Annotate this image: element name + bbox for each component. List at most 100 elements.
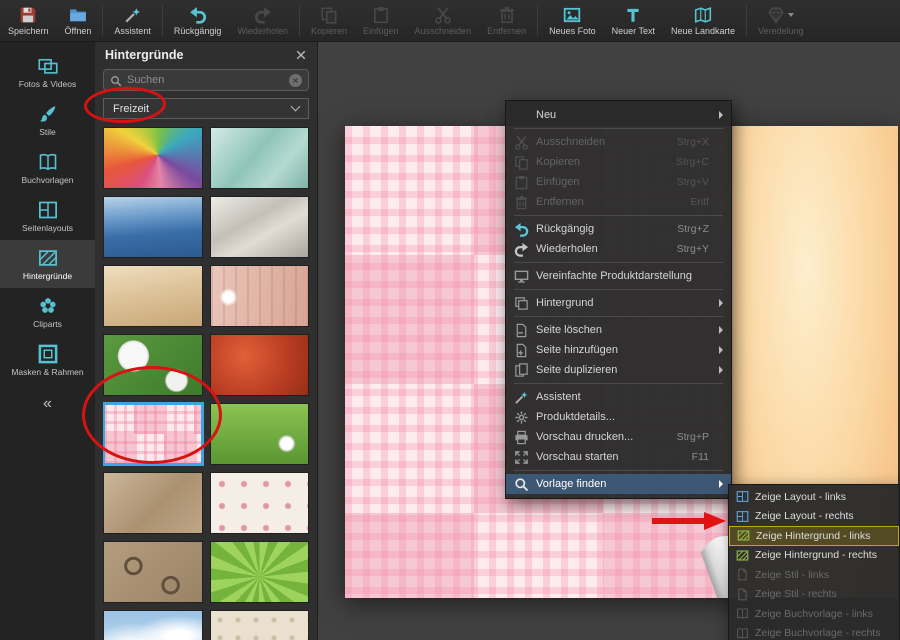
thumbnail-sky-clouds[interactable] bbox=[103, 610, 203, 640]
save-icon bbox=[19, 6, 37, 24]
redo-button: Wiederholen bbox=[229, 0, 296, 41]
menu-item-vereinfachte-produktdarstellung[interactable]: Vereinfachte Produktdarstellung bbox=[506, 266, 731, 286]
sidebar-item-seitenlayouts[interactable]: Seitenlayouts bbox=[0, 192, 95, 240]
page-duplicate-icon bbox=[514, 363, 529, 378]
category-selected-value: Freizeit bbox=[113, 103, 149, 115]
new-photo-button[interactable]: Neues Foto bbox=[541, 0, 604, 41]
submenu-item-zeige-layout-links[interactable]: Zeige Layout - links bbox=[729, 487, 899, 507]
thumbnail-color-rays[interactable] bbox=[103, 127, 203, 189]
open-button[interactable]: Öffnen bbox=[57, 0, 100, 41]
submenu-arrow-icon bbox=[719, 366, 723, 374]
sidebar-item-fotos-videos[interactable]: Fotos & Videos bbox=[0, 48, 95, 96]
monitor-icon bbox=[514, 269, 529, 284]
save-button[interactable]: Speichern bbox=[0, 0, 57, 41]
sidebar-item-stile[interactable]: Stile bbox=[0, 96, 95, 144]
assistant-button[interactable]: Assistent bbox=[106, 0, 159, 41]
thumbnail-beach-sand[interactable] bbox=[103, 265, 203, 327]
submenu-item-zeige-buchvorlage-links: Zeige Buchvorlage - links bbox=[729, 604, 899, 624]
chevron-down-icon bbox=[291, 102, 301, 112]
menu-item-neu[interactable]: Neu bbox=[506, 105, 731, 125]
thumbnail-ocean-water[interactable] bbox=[103, 196, 203, 258]
cut-icon bbox=[514, 135, 529, 150]
blank-icon bbox=[514, 108, 529, 123]
layout-page-icon bbox=[736, 510, 749, 523]
new-photo-icon bbox=[563, 6, 581, 24]
menu-item-seite-duplizieren[interactable]: Seite duplizieren bbox=[506, 360, 731, 380]
redo-icon bbox=[254, 6, 272, 24]
submenu-label: Zeige Stil - links bbox=[755, 569, 829, 581]
submenu-item-zeige-hintergrund-links[interactable]: Zeige Hintergrund - links bbox=[729, 526, 899, 546]
toolbar-separator bbox=[537, 5, 538, 36]
sidebar-item-buchvorlagen[interactable]: Buchvorlagen bbox=[0, 144, 95, 192]
new-text-button[interactable]: Neuer Text bbox=[604, 0, 663, 41]
menu-item-vorschau-drucken[interactable]: Vorschau drucken... Strg+P bbox=[506, 427, 731, 447]
undo-button[interactable]: Rückgängig bbox=[166, 0, 230, 41]
open-folder-icon bbox=[69, 6, 87, 24]
new-map-button[interactable]: Neue Landkarte bbox=[663, 0, 743, 41]
page-add-icon bbox=[514, 343, 529, 358]
new-map-icon bbox=[694, 6, 712, 24]
thumbnail-horseshoes[interactable] bbox=[103, 541, 203, 603]
search-clear-icon[interactable] bbox=[289, 74, 302, 87]
copy-label: Kopieren bbox=[311, 26, 347, 36]
menu-item-seite-loeschen[interactable]: Seite löschen bbox=[506, 320, 731, 340]
cut-button: Ausschneiden bbox=[407, 0, 480, 41]
paste-button: Einfügen bbox=[355, 0, 407, 41]
menu-item-assistent[interactable]: Assistent bbox=[506, 387, 731, 407]
sidebar-item-cliparts[interactable]: Cliparts bbox=[0, 288, 95, 336]
save-label: Speichern bbox=[8, 26, 49, 36]
style-page-icon bbox=[736, 568, 749, 581]
submenu-label: Zeige Hintergrund - links bbox=[756, 530, 870, 542]
panel-close-icon[interactable] bbox=[295, 49, 307, 61]
thumbnail-soccer-balls[interactable] bbox=[103, 334, 203, 396]
thumbnail-sand-dunes[interactable] bbox=[210, 196, 310, 258]
search-icon bbox=[110, 74, 122, 86]
new-text-icon bbox=[624, 6, 642, 24]
thumbnail-beige-pattern[interactable] bbox=[210, 610, 310, 640]
toolbar-separator bbox=[162, 5, 163, 36]
menu-item-hintergrund[interactable]: Hintergrund bbox=[506, 293, 731, 313]
menu-item-rueckgaengig[interactable]: Rückgängig Strg+Z bbox=[506, 219, 731, 239]
thumbnail-green-rays[interactable] bbox=[210, 541, 310, 603]
submenu-label: Zeige Buchvorlage - links bbox=[755, 608, 873, 620]
open-label: Öffnen bbox=[65, 26, 92, 36]
backgrounds-panel: Hintergründe Freizeit bbox=[95, 42, 318, 640]
sidebar-label: Fotos & Videos bbox=[19, 79, 77, 89]
sidebar-item-masken-rahmen[interactable]: Masken & Rahmen bbox=[0, 336, 95, 384]
thumbnail-vintage-paper[interactable] bbox=[103, 472, 203, 534]
menu-item-vorlage-finden[interactable]: Vorlage finden bbox=[506, 474, 731, 494]
photos-icon bbox=[38, 56, 58, 76]
sidebar-label: Masken & Rahmen bbox=[11, 367, 83, 377]
category-dropdown[interactable]: Freizeit bbox=[103, 98, 309, 119]
search-input[interactable] bbox=[127, 74, 284, 86]
menu-item-vorschau-starten[interactable]: Vorschau starten F11 bbox=[506, 447, 731, 467]
main-toolbar: Speichern Öffnen Assistent Rückgängig Wi… bbox=[0, 0, 900, 42]
trash-icon bbox=[514, 195, 529, 210]
background-page-icon bbox=[736, 549, 749, 562]
menu-item-ausschneiden: Ausschneiden Strg+X bbox=[506, 132, 731, 152]
background-layers-icon bbox=[514, 296, 529, 311]
submenu-item-zeige-layout-rechts[interactable]: Zeige Layout - rechts bbox=[729, 507, 899, 527]
sidebar-label: Seitenlayouts bbox=[22, 223, 73, 233]
menu-item-produktdetails[interactable]: Produktdetails... bbox=[506, 407, 731, 427]
submenu-item-zeige-stil-rechts: Zeige Stil - rechts bbox=[729, 585, 899, 605]
thumbnail-red-grunge[interactable] bbox=[210, 334, 310, 396]
menu-item-wiederholen[interactable]: Wiederholen Strg+Y bbox=[506, 239, 731, 259]
mask-frame-icon bbox=[38, 344, 58, 364]
thumbnail-pink-patchwork-selected[interactable] bbox=[103, 403, 203, 465]
sidebar-collapse-button[interactable]: « bbox=[0, 392, 95, 416]
thumbnail-wood-with-flower[interactable] bbox=[210, 265, 310, 327]
submenu-item-zeige-hintergrund-rechts[interactable]: Zeige Hintergrund - rechts bbox=[729, 546, 899, 566]
book-template-icon bbox=[38, 152, 58, 172]
finishing-diamond-icon bbox=[767, 6, 785, 24]
thumbnail-teal-painting[interactable] bbox=[210, 127, 310, 189]
thumbnail-grass-golf-ball[interactable] bbox=[210, 403, 310, 465]
sidebar-item-hintergruende[interactable]: Hintergründe bbox=[0, 240, 95, 288]
submenu-arrow-icon bbox=[719, 346, 723, 354]
thumbnail-rose-pattern[interactable] bbox=[210, 472, 310, 534]
submenu-arrow-icon bbox=[719, 111, 723, 119]
menu-item-seite-hinzufuegen[interactable]: Seite hinzufügen bbox=[506, 340, 731, 360]
sidebar-label: Hintergründe bbox=[23, 271, 72, 281]
toolbar-separator bbox=[746, 5, 747, 36]
paste-icon bbox=[372, 6, 390, 24]
